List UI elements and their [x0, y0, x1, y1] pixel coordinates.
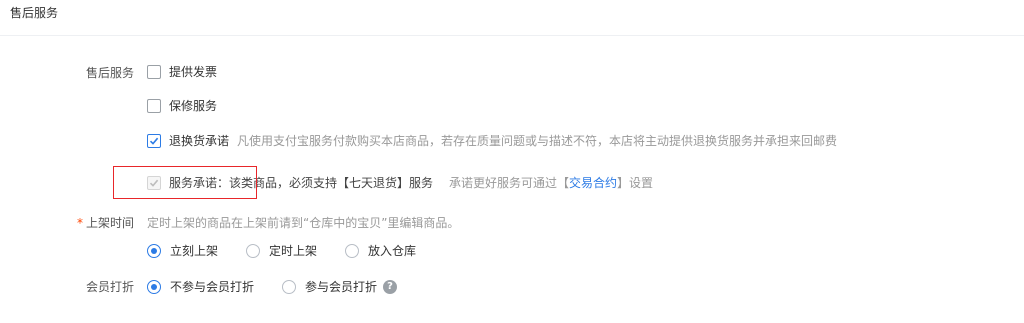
warranty-label: 保修服务	[169, 99, 218, 113]
question-circle-icon[interactable]: ?	[383, 279, 398, 294]
section-title: 售后服务	[10, 6, 59, 20]
trade-contract-link[interactable]: 交易合约	[569, 176, 617, 190]
after-sales-label: 售后服务	[85, 66, 134, 80]
listing-now-label: 立刻上架	[170, 244, 219, 258]
listing-time-hint: 定时上架的商品在上架前请到“仓库中的宝贝”里编辑商品。	[147, 216, 460, 230]
member-discount-label: 会员打折	[85, 280, 134, 294]
invoice-checkbox[interactable]	[147, 64, 161, 79]
listing-option-now[interactable]: 立刻上架	[147, 242, 218, 259]
listing-warehouse-label: 放入仓库	[368, 244, 417, 258]
listing-time-label: * 上架时间	[60, 214, 134, 231]
member-exclude-radio[interactable]	[147, 279, 161, 294]
required-mark: *	[76, 216, 83, 230]
listing-time-label-text: 上架时间	[85, 216, 134, 230]
listing-option-scheduled[interactable]: 定时上架	[246, 242, 317, 259]
listing-scheduled-radio[interactable]	[246, 243, 261, 258]
listing-option-warehouse[interactable]: 放入仓库	[345, 242, 416, 259]
listing-time-radio-group: 立刻上架 定时上架 放入仓库	[147, 242, 444, 259]
member-option-include[interactable]: 参与会员打折 ?	[282, 278, 398, 295]
warranty-checkbox[interactable]	[147, 98, 161, 113]
member-option-exclude[interactable]: 不参与会员打折	[147, 278, 254, 295]
member-discount-radio-group: 不参与会员打折 参与会员打折 ?	[147, 278, 398, 295]
checkmark-icon	[149, 137, 159, 145]
return-promise-note: 凡使用支付宝服务付款购买本店商品，若存在质量问题或与描述不符，本店将主动提供退换…	[237, 134, 838, 148]
section-divider	[0, 35, 1024, 36]
option-warranty[interactable]: 保修服务	[147, 97, 217, 114]
service-promise-note-prefix: 承诺更好服务可通过【	[449, 176, 570, 190]
listing-warehouse-radio[interactable]	[345, 243, 360, 258]
option-return-promise[interactable]: 退换货承诺 凡使用支付宝服务付款购买本店商品，若存在质量问题或与描述不符，本店将…	[147, 132, 837, 149]
option-invoice[interactable]: 提供发票	[147, 63, 217, 80]
highlight-annotation-box	[113, 166, 257, 199]
service-promise-note-suffix: 】设置	[617, 176, 654, 190]
invoice-label: 提供发票	[169, 65, 218, 79]
member-include-radio[interactable]	[282, 279, 297, 294]
return-promise-checkbox[interactable]	[147, 133, 161, 148]
listing-now-radio[interactable]	[147, 243, 161, 258]
member-exclude-label: 不参与会员打折	[170, 280, 255, 294]
member-include-label: 参与会员打折	[305, 280, 378, 294]
service-promise-note: 承诺更好服务可通过【交易合约】设置	[449, 174, 653, 191]
return-promise-label: 退换货承诺	[169, 134, 230, 148]
listing-scheduled-label: 定时上架	[269, 244, 318, 258]
